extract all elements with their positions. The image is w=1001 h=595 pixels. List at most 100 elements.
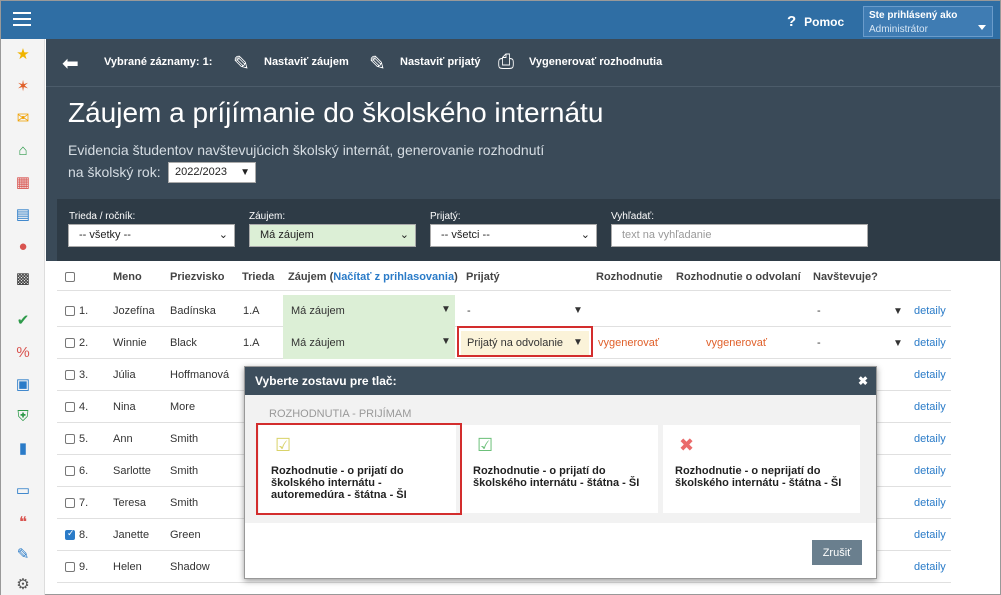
interest-select[interactable]: Má záujem ▼ xyxy=(283,327,455,359)
chat-icon[interactable]: ❝ xyxy=(13,513,33,533)
cell-priezvisko: Black xyxy=(170,337,197,349)
star-icon[interactable]: ★ xyxy=(13,45,33,65)
cross-icon: ✖ xyxy=(679,435,695,455)
col-priezvisko[interactable]: Priezvisko xyxy=(170,263,224,291)
chevron-down-icon xyxy=(978,25,986,30)
user-role: Administrátor xyxy=(869,24,928,35)
row-number: 2. xyxy=(79,337,89,349)
row-checkbox[interactable] xyxy=(65,562,75,572)
search-input[interactable]: text na vyhľadanie xyxy=(611,224,868,247)
details-link[interactable]: detaily xyxy=(914,519,946,551)
briefcase-icon[interactable]: ▣ xyxy=(13,375,33,395)
document-icon[interactable]: ▤ xyxy=(13,205,33,225)
report-card-reject[interactable]: ✖ Rozhodnutie - o neprijatí do školského… xyxy=(663,425,860,513)
generate-appeal-link[interactable]: vygenerovať xyxy=(706,327,767,359)
row-number: 1. xyxy=(79,305,89,317)
row-checkbox[interactable] xyxy=(65,528,75,540)
chevron-down-icon: ▼ xyxy=(573,305,583,316)
details-link[interactable]: detaily xyxy=(914,551,946,583)
chevron-down-icon: ▼ xyxy=(893,306,903,317)
chevron-down-icon: ⌄ xyxy=(218,229,228,241)
arrow-left-icon[interactable]: ⬅ xyxy=(62,51,79,76)
attends-select[interactable]: - xyxy=(817,295,821,327)
check-icon: ☑ xyxy=(477,435,494,455)
cancel-button[interactable]: Zrušiť xyxy=(812,540,862,565)
search-label: Vyhľadať: xyxy=(611,211,654,222)
pencil-icon: ✎ xyxy=(369,53,386,75)
user-dropdown[interactable]: Ste prihlásený ako Administrátor xyxy=(863,6,993,37)
menu-icon[interactable] xyxy=(13,12,31,26)
section-label: ROZHODNUTIA - PRIJÍMAM xyxy=(269,408,412,420)
table-header: Meno Priezvisko Trieda Záujem (Načítať z… xyxy=(57,263,951,291)
col-trieda[interactable]: Trieda xyxy=(242,263,274,291)
page-subtitle: Evidencia študentov navštevujúcich škols… xyxy=(68,142,545,158)
toolbar: ⬅ Vybrané záznamy: 1: ✎ Nastaviť záujem … xyxy=(46,39,1000,87)
details-link[interactable]: detaily xyxy=(914,327,946,359)
year-label: na školský rok: xyxy=(68,164,161,180)
highlight-box xyxy=(457,326,593,357)
report-card-accept[interactable]: ☑ Rozhodnutie - o prijatí do školského i… xyxy=(461,425,658,513)
load-from-registration-link[interactable]: Načítať z prihlasovania xyxy=(333,271,454,283)
class-filter-select[interactable]: -- všetky -- ⌄ xyxy=(68,224,235,247)
row-checkbox[interactable] xyxy=(65,434,75,444)
help-button[interactable]: ? Pomoc xyxy=(787,13,844,30)
question-icon: ? xyxy=(787,13,797,30)
printer-icon: ⎙ xyxy=(498,51,514,73)
chevron-down-icon: ⌄ xyxy=(580,229,590,241)
generate-decision-link[interactable]: vygenerovať xyxy=(598,327,659,359)
cell-meno: Winnie xyxy=(113,337,147,349)
close-icon[interactable]: ✖ xyxy=(858,374,868,388)
percent-icon[interactable]: % xyxy=(13,343,33,363)
col-navstevuje: Navštevuje? xyxy=(813,271,878,283)
col-prijaty[interactable]: Prijatý xyxy=(466,263,500,291)
row-checkbox[interactable] xyxy=(65,402,75,412)
select-all-checkbox[interactable] xyxy=(65,272,75,282)
book-icon[interactable]: ▭ xyxy=(13,481,33,501)
details-link[interactable]: detaily xyxy=(914,423,946,455)
home-icon[interactable]: ⌂ xyxy=(13,141,33,161)
details-link[interactable]: detaily xyxy=(914,295,946,327)
row-checkbox[interactable] xyxy=(65,466,75,476)
row-checkbox[interactable] xyxy=(65,306,75,316)
details-link[interactable]: detaily xyxy=(914,487,946,519)
wand-icon[interactable]: ✶ xyxy=(13,77,33,97)
user-label: Ste prihlásený ako xyxy=(869,10,958,21)
mail-icon[interactable]: ✉ xyxy=(13,109,33,129)
class-filter-label: Trieda / ročník: xyxy=(69,211,136,222)
row-checkbox[interactable] xyxy=(65,338,75,348)
gear-icon[interactable]: ⚙ xyxy=(13,575,33,595)
year-select[interactable]: 2022/2023 ▼ xyxy=(168,162,256,183)
generate-button[interactable]: Vygenerovať rozhodnutia xyxy=(529,56,662,68)
row-checkbox[interactable] xyxy=(65,498,75,508)
accepted-filter-select[interactable]: -- všetci -- ⌄ xyxy=(430,224,597,247)
details-link[interactable]: detaily xyxy=(914,359,946,391)
table-row: 1. Jozefína Badínska 1.A Má záujem ▼ - ▼ -… xyxy=(57,295,951,327)
details-link[interactable]: detaily xyxy=(914,391,946,423)
interest-filter-select[interactable]: Má záujem ⌄ xyxy=(249,224,416,247)
check-icon[interactable]: ✔ xyxy=(13,311,33,331)
attends-select[interactable]: - xyxy=(817,327,821,359)
row-checkbox[interactable] xyxy=(65,370,75,380)
person-icon[interactable]: ● xyxy=(13,237,33,257)
pencil-icon: ✎ xyxy=(233,53,250,75)
highlight-box xyxy=(256,423,462,515)
set-interest-button[interactable]: Nastaviť záujem xyxy=(264,56,349,68)
col-zaujem: Záujem (Načítať z prihlasovania) xyxy=(288,271,458,283)
interest-select[interactable]: Má záujem ▼ xyxy=(283,295,455,327)
pen-icon[interactable]: ✎ xyxy=(13,545,33,565)
chart-icon[interactable]: ▮ xyxy=(13,439,33,459)
set-accepted-button[interactable]: Nastaviť prijatý xyxy=(400,56,480,68)
col-meno[interactable]: Meno xyxy=(113,263,142,291)
sidebar: ★ ✶ ✉ ⌂ ▦ ▤ ● ▩ ✔ % ▣ ⛨ ▮ ▭ ❝ ✎ ⚙ xyxy=(1,39,45,595)
accepted-select[interactable]: - ▼ xyxy=(461,299,589,323)
chevron-down-icon: ▼ xyxy=(441,304,451,315)
schedule-icon[interactable]: ▩ xyxy=(13,269,33,289)
calendar-icon[interactable]: ▦ xyxy=(13,173,33,193)
chevron-down-icon: ▼ xyxy=(893,338,903,349)
details-link[interactable]: detaily xyxy=(914,455,946,487)
cell-trieda: 1.A xyxy=(243,305,260,317)
cell-trieda: 1.A xyxy=(243,337,260,349)
shield-icon[interactable]: ⛨ xyxy=(13,407,33,427)
col-rozhodnutie: Rozhodnutie xyxy=(596,271,663,283)
chevron-down-icon: ⌄ xyxy=(399,229,409,241)
